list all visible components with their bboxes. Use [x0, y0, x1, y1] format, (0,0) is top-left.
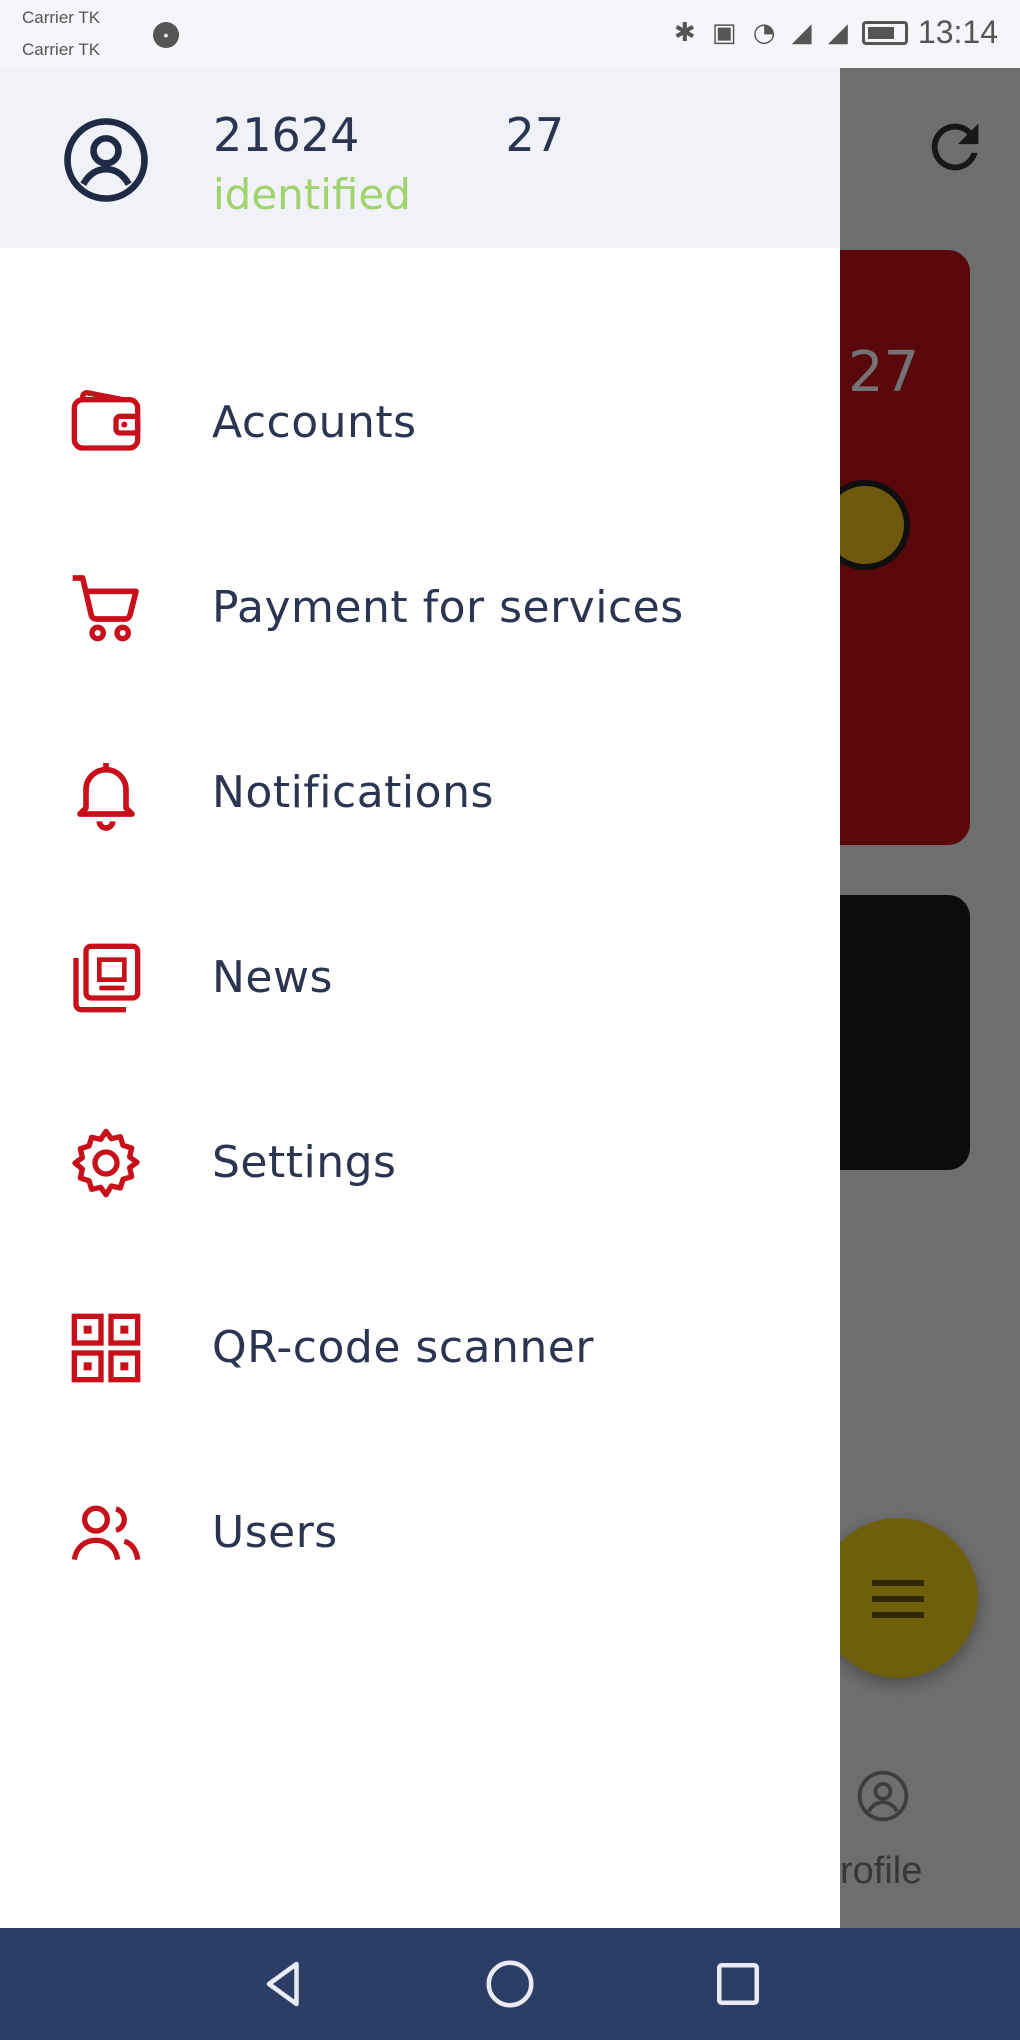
qr-code-icon	[66, 1308, 146, 1388]
gear-icon	[66, 1123, 146, 1203]
carrier-label: Carrier TK	[22, 8, 101, 27]
menu-item-label: Payment for services	[212, 582, 684, 633]
menu-item-notifications[interactable]: Notifications	[0, 700, 840, 885]
status-right: ✱ ▣ ◔ ◢ ◢ 13:14	[674, 14, 998, 51]
menu-item-label: Accounts	[212, 397, 417, 448]
signal-icons: ✱ ▣ ◔ ◢ ◢	[673, 17, 852, 48]
drawer-menu: Accounts Payment for services Notificati…	[0, 330, 840, 1625]
avatar-icon[interactable]	[62, 116, 150, 204]
menu-item-label: News	[212, 952, 333, 1003]
user-number: 21624 27	[213, 108, 565, 162]
bell-icon	[66, 753, 146, 833]
newspaper-icon	[66, 938, 146, 1018]
navigation-drawer: 21624 27 identified Accounts Payment for…	[0, 68, 840, 1928]
menu-item-label: Users	[212, 1507, 338, 1558]
carrier-label: Carrier TK	[22, 40, 101, 59]
menu-item-users[interactable]: Users	[0, 1440, 840, 1625]
menu-item-settings[interactable]: Settings	[0, 1070, 840, 1255]
status-bar: Carrier TK Carrier TK • ✱ ▣ ◔ ◢ ◢ 13:14	[0, 0, 1020, 68]
menu-item-label: Settings	[212, 1137, 397, 1188]
notification-dot-icon: •	[153, 22, 179, 48]
menu-item-payment-for-services[interactable]: Payment for services	[0, 515, 840, 700]
menu-item-label: Notifications	[212, 767, 494, 818]
users-icon	[66, 1493, 146, 1573]
home-icon[interactable]	[480, 1954, 540, 2014]
cart-icon	[66, 568, 146, 648]
menu-item-qr-code-scanner[interactable]: QR-code scanner	[0, 1255, 840, 1440]
recent-apps-icon[interactable]	[708, 1954, 768, 2014]
drawer-header: 21624 27 identified	[0, 68, 840, 248]
battery-icon	[861, 20, 908, 45]
menu-item-news[interactable]: News	[0, 885, 840, 1070]
wallet-icon	[66, 383, 146, 463]
back-icon[interactable]	[254, 1954, 314, 2014]
screen: 27 rofile Carrier TK Carrier TK • ✱ ▣ ◔ …	[0, 0, 1020, 2040]
user-status: identified	[213, 170, 411, 219]
system-nav-bar	[0, 1928, 1020, 2040]
menu-item-label: QR-code scanner	[212, 1322, 594, 1373]
status-time: 13:14	[917, 14, 998, 50]
menu-item-accounts[interactable]: Accounts	[0, 330, 840, 515]
